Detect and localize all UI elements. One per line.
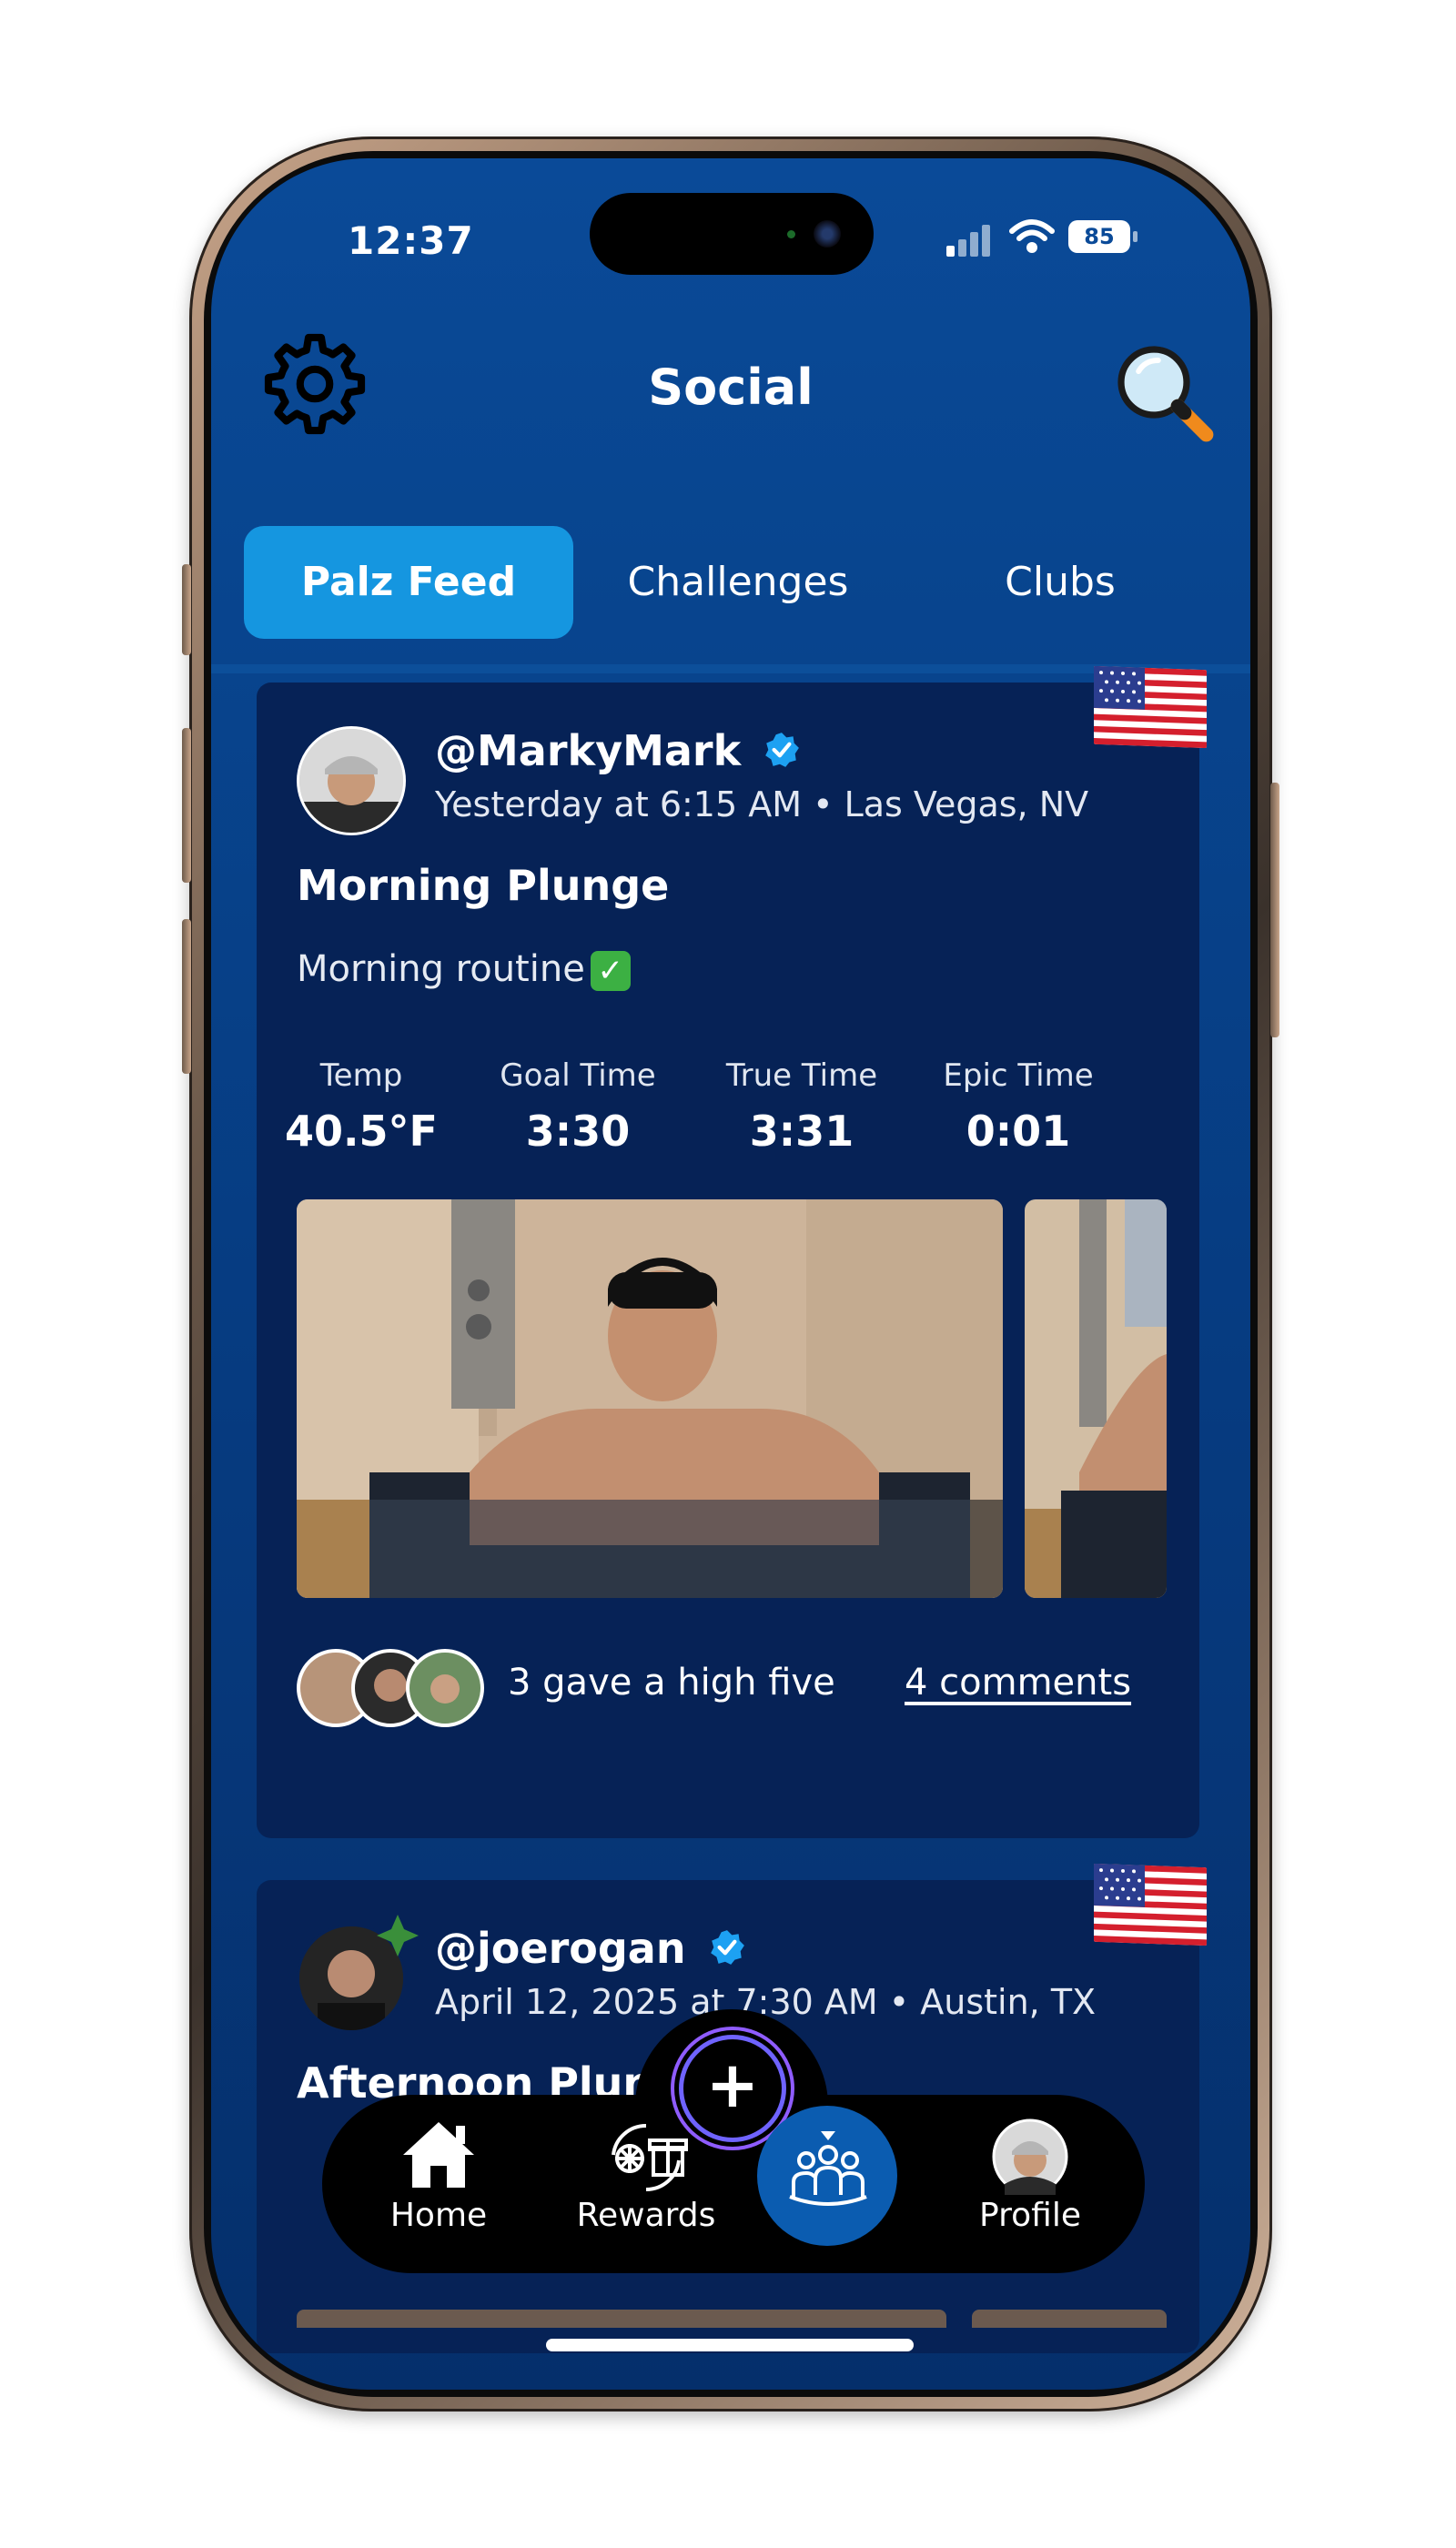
status-bar: 12:37 85 xyxy=(211,158,1250,286)
post-photo-peek xyxy=(297,2310,946,2328)
post-photo[interactable] xyxy=(1025,1199,1167,1598)
avatar[interactable] xyxy=(297,726,406,835)
post-title: Morning Plunge xyxy=(297,861,670,910)
phone-side-button xyxy=(182,564,191,655)
status-time: 12:37 xyxy=(348,218,474,263)
post-card[interactable]: @MarkyMark Yesterday at 6:15 AM • Las Ve… xyxy=(257,665,1207,1838)
header: Social xyxy=(211,331,1250,442)
stat-value: 0:01 xyxy=(966,1107,1071,1156)
stat-label: Temp xyxy=(319,1057,403,1094)
tab-label: Rewards xyxy=(576,2197,716,2234)
tab-label: Home xyxy=(389,2197,488,2234)
us-flag-icon xyxy=(1094,665,1207,749)
app-screen: 12:37 85 Social Palz Feed Challenges Clu… xyxy=(211,158,1250,2390)
group-icon xyxy=(784,2128,872,2226)
username-text[interactable]: @MarkyMark xyxy=(435,726,741,775)
stat-goal-time: Goal Time 3:30 xyxy=(473,1057,682,1156)
dynamic-island xyxy=(590,193,874,275)
rewards-icon xyxy=(555,2097,737,2197)
phone-side-button xyxy=(182,728,191,883)
stat-epic-time: Epic Time 0:01 xyxy=(914,1057,1123,1156)
home-icon xyxy=(348,2097,530,2197)
stat-temp: Temp 40.5°F xyxy=(257,1057,466,1156)
verified-badge-icon xyxy=(708,1927,746,1977)
post-username[interactable]: @MarkyMark xyxy=(435,726,801,779)
camera-lens xyxy=(814,220,841,248)
post-text-content: Morning routine xyxy=(297,948,585,990)
stat-label: Epic Time xyxy=(943,1057,1094,1094)
stat-true-time: True Time 3:31 xyxy=(697,1057,906,1156)
wifi-icon xyxy=(1008,218,1056,258)
stat-value: 3:31 xyxy=(749,1107,854,1156)
page-title: Social xyxy=(648,359,814,416)
tab-bar: Palz Feed Challenges Clubs xyxy=(244,526,1218,639)
comments-link[interactable]: 4 comments xyxy=(905,1662,1131,1704)
tab-social[interactable] xyxy=(757,2106,897,2246)
signal-icon xyxy=(946,224,990,257)
home-indicator[interactable] xyxy=(546,2339,914,2351)
post-text: Morning routine ✓ xyxy=(297,948,631,991)
battery-icon: 85 xyxy=(1068,220,1138,253)
phone-side-button xyxy=(1270,783,1279,1037)
verified-badge-icon xyxy=(763,730,801,779)
avatar xyxy=(406,1649,484,1727)
stat-value: 40.5°F xyxy=(285,1107,438,1156)
tab-challenges[interactable]: Challenges xyxy=(573,526,903,639)
search-icon[interactable] xyxy=(1110,339,1219,451)
tab-label: Profile xyxy=(979,2197,1081,2234)
post-photo[interactable] xyxy=(297,1199,1003,1598)
tab-clubs[interactable]: Clubs xyxy=(903,526,1218,639)
check-mark-icon: ✓ xyxy=(590,951,631,991)
battery-level: 85 xyxy=(1084,224,1115,249)
post-meta: Yesterday at 6:15 AM • Las Vegas, NV xyxy=(435,784,1089,824)
tab-profile[interactable]: Profile xyxy=(939,2097,1121,2270)
username-text[interactable]: @joerogan xyxy=(435,1924,686,1973)
post-username[interactable]: @joerogan xyxy=(435,1924,746,1977)
tab-rewards[interactable]: Rewards xyxy=(555,2097,737,2270)
phone-side-button xyxy=(182,919,191,1074)
post-photo-peek xyxy=(972,2310,1167,2328)
tab-home[interactable]: Home xyxy=(348,2097,530,2270)
sensor-dot xyxy=(787,230,795,238)
stat-label: True Time xyxy=(725,1057,878,1094)
level-badge-icon xyxy=(375,1913,420,1962)
profile-avatar xyxy=(939,2097,1121,2197)
tab-palz-feed[interactable]: Palz Feed xyxy=(244,526,573,639)
high-five-count: 3 gave a high five xyxy=(508,1662,835,1704)
stat-value: 3:30 xyxy=(525,1107,631,1156)
stat-label: Goal Time xyxy=(500,1057,656,1094)
us-flag-icon xyxy=(1094,1863,1207,1946)
